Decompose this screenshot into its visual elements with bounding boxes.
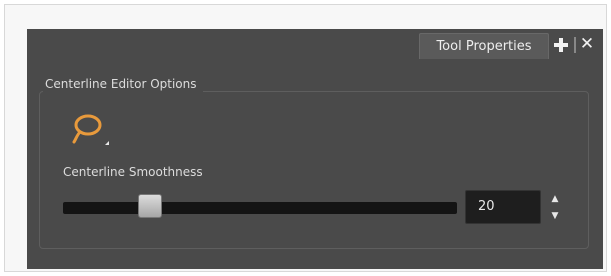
screenshot-frame: Tool Properties ✕ Centerline Editor Opti… [4,4,607,272]
lasso-icon[interactable] [67,111,111,153]
smoothness-value-field[interactable]: 20 [465,190,541,224]
centerline-smoothness-label: Centerline Smoothness [63,165,203,179]
stepper-up-icon[interactable]: ▲ [549,192,561,206]
smoothness-slider-track[interactable] [63,202,457,214]
tool-properties-panel: Tool Properties ✕ Centerline Editor Opti… [27,29,603,269]
stepper-down-icon[interactable]: ▼ [549,209,561,223]
group-title: Centerline Editor Options [43,76,203,92]
plus-icon[interactable] [553,37,569,53]
tab-tool-properties[interactable]: Tool Properties [419,33,549,59]
smoothness-slider-handle[interactable] [137,194,162,218]
toolbar-divider [574,37,576,53]
close-icon[interactable]: ✕ [579,35,595,53]
